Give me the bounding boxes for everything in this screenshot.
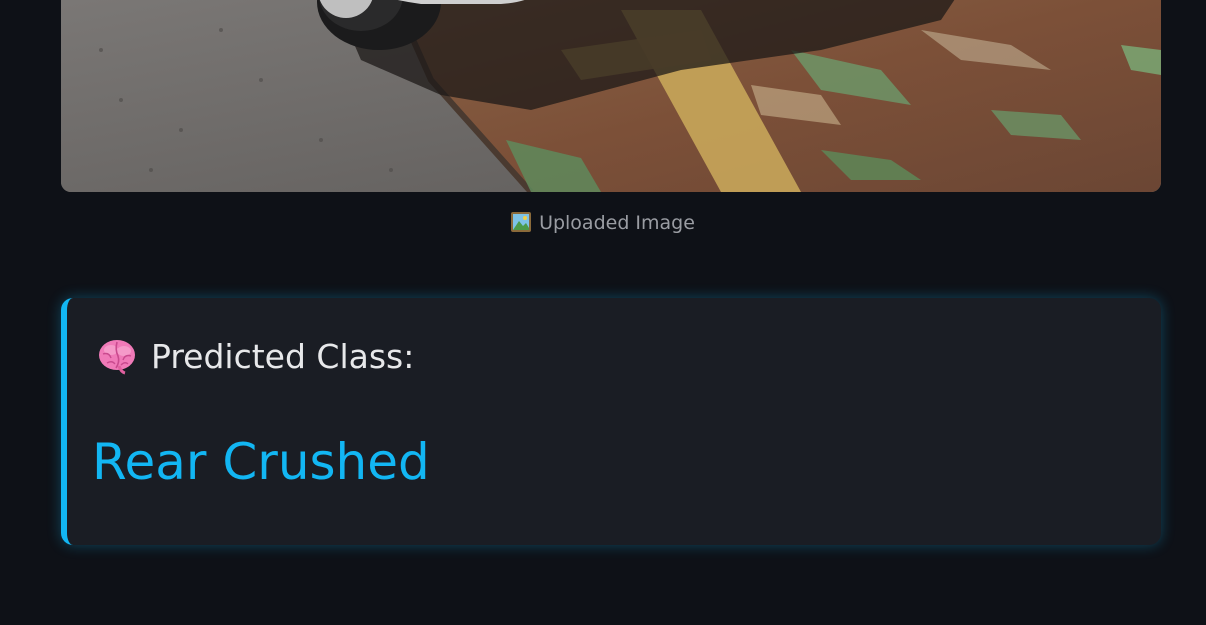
framed-picture-icon <box>511 212 532 232</box>
card-heading: Predicted Class: <box>97 336 414 378</box>
caption-text: Uploaded Image <box>539 212 695 234</box>
image-caption: Uploaded Image <box>0 210 1206 236</box>
brain-icon <box>97 336 137 376</box>
uploaded-car-image <box>61 0 1161 192</box>
predicted-class-value: Rear Crushed <box>92 433 430 491</box>
card-heading-label: Predicted Class: <box>151 337 415 376</box>
prediction-card: Predicted Class: Rear Crushed <box>61 298 1161 545</box>
app-page: Uploaded Image Predicted Class: Rear Cru… <box>0 0 1206 625</box>
